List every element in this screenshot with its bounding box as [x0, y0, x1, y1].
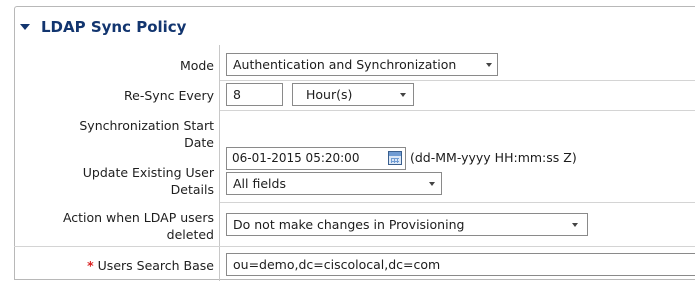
- search-base-label: * Users Search Base: [87, 258, 214, 273]
- chevron-down-icon: [486, 63, 492, 67]
- resync-unit-select[interactable]: Hour(s): [292, 83, 414, 106]
- update-existing-select[interactable]: All fields: [226, 172, 442, 195]
- action-deleted-select[interactable]: Do not make changes in Provisioning: [226, 213, 588, 236]
- sync-start-label: Synchronization Start Date: [79, 118, 214, 150]
- row-divider: [220, 202, 695, 203]
- required-marker: *: [87, 258, 94, 273]
- resync-interval-input[interactable]: 8: [226, 83, 283, 106]
- chevron-down-icon: [429, 182, 435, 186]
- update-existing-label: Update Existing User Details: [82, 165, 214, 197]
- calendar-icon[interactable]: [388, 151, 402, 165]
- action-deleted-label: Action when LDAP users deleted: [62, 210, 214, 242]
- chevron-down-icon: [400, 93, 406, 97]
- mode-label: Mode: [179, 58, 214, 73]
- sync-start-date-input[interactable]: 06-01-2015 05:20:00: [226, 147, 406, 170]
- mode-select[interactable]: Authentication and Synchronization: [226, 53, 498, 76]
- section-title: LDAP Sync Policy: [41, 18, 187, 36]
- users-search-base-input[interactable]: ou=demo,dc=ciscolocal,dc=com: [226, 253, 695, 276]
- row-divider: [14, 246, 695, 247]
- row-divider: [220, 110, 695, 111]
- section-header[interactable]: LDAP Sync Policy: [20, 15, 186, 39]
- resync-label: Re-Sync Every: [124, 88, 214, 103]
- date-format-hint: (dd-MM-yyyy HH:mm:ss Z): [410, 150, 577, 165]
- triangle-down-icon[interactable]: [20, 24, 30, 30]
- row-divider: [220, 80, 695, 81]
- chevron-down-icon: [572, 223, 578, 227]
